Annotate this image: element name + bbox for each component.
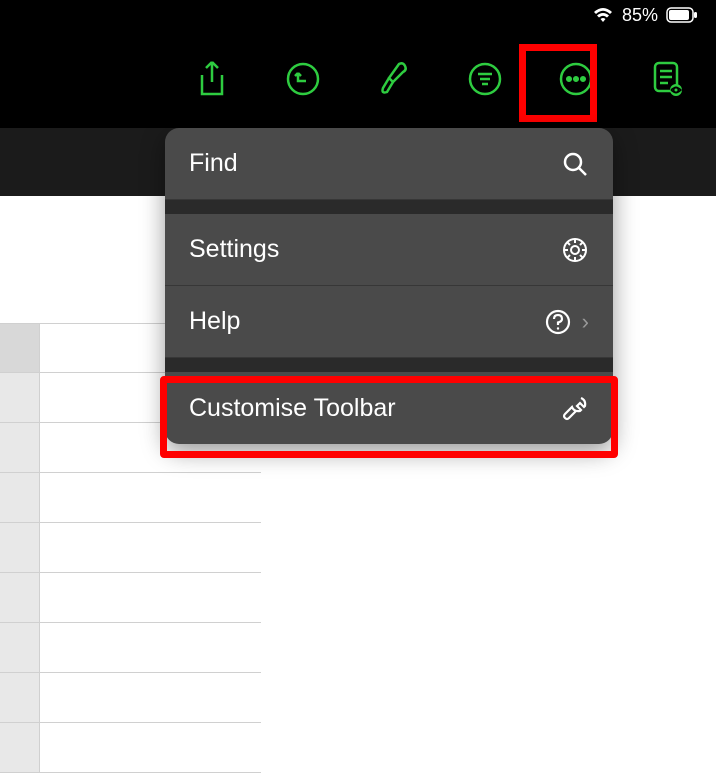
more-button[interactable] <box>557 60 595 98</box>
chevron-right-icon: › <box>582 309 589 335</box>
row-header[interactable] <box>0 673 40 722</box>
row-header[interactable] <box>0 473 40 522</box>
table-row[interactable] <box>0 523 261 573</box>
help-icon <box>544 308 572 336</box>
row-header[interactable] <box>0 373 40 422</box>
table-row[interactable] <box>0 473 261 523</box>
battery-percent: 85% <box>622 5 658 26</box>
row-header[interactable] <box>0 573 40 622</box>
brush-icon <box>377 60 411 98</box>
battery-icon <box>666 7 698 23</box>
table-row[interactable] <box>0 723 261 773</box>
menu-item-label: Help <box>189 307 240 336</box>
undo-button[interactable] <box>284 60 322 98</box>
menu-item-settings[interactable]: Settings <box>165 214 613 286</box>
toolbar <box>0 30 716 128</box>
table-row[interactable] <box>0 623 261 673</box>
document-view-button[interactable] <box>648 60 686 98</box>
format-brush-button[interactable] <box>375 60 413 98</box>
menu-separator <box>165 358 613 372</box>
filter-icon <box>467 61 503 97</box>
wifi-icon <box>592 7 614 23</box>
row-header[interactable] <box>0 324 40 372</box>
document-view-icon <box>649 60 685 98</box>
menu-separator <box>165 200 613 214</box>
status-bar: 85% <box>0 0 716 30</box>
menu-item-help[interactable]: Help › <box>165 286 613 358</box>
more-dropdown-menu: Find Settings Help › Customise Toolbar <box>165 128 613 444</box>
menu-item-find[interactable]: Find <box>165 128 613 200</box>
undo-icon <box>285 61 321 97</box>
row-header[interactable] <box>0 723 40 772</box>
wrench-icon <box>561 394 589 422</box>
table-row[interactable] <box>0 673 261 723</box>
row-header[interactable] <box>0 523 40 572</box>
row-header[interactable] <box>0 623 40 672</box>
more-icon <box>558 61 594 97</box>
menu-item-customise-toolbar[interactable]: Customise Toolbar <box>165 372 613 444</box>
menu-item-label: Customise Toolbar <box>189 394 396 423</box>
share-button[interactable] <box>193 60 231 98</box>
search-icon <box>561 150 589 178</box>
menu-item-label: Settings <box>189 235 279 264</box>
table-row[interactable] <box>0 573 261 623</box>
menu-item-label: Find <box>189 149 238 178</box>
filter-button[interactable] <box>466 60 504 98</box>
gear-icon <box>561 236 589 264</box>
row-header[interactable] <box>0 423 40 472</box>
share-icon <box>196 60 228 98</box>
